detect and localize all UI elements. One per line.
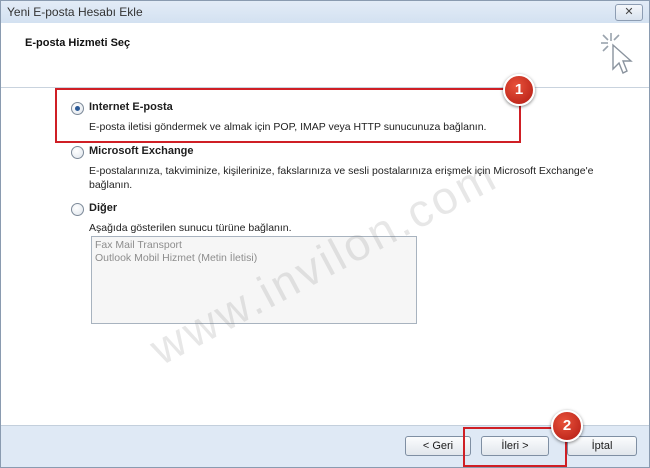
radio-other[interactable] <box>71 203 84 216</box>
wizard-body: Internet E-posta E-posta iletisi gönderm… <box>1 88 649 425</box>
option-desc-microsoft-exchange: E-postalarınıza, takviminize, kişilerini… <box>89 165 594 191</box>
list-item[interactable]: Outlook Mobil Hizmet (Metin İletisi) <box>95 252 413 265</box>
wizard-header: E-posta Hizmeti Seç <box>1 23 649 88</box>
server-type-list[interactable]: Fax Mail Transport Outlook Mobil Hizmet … <box>91 236 417 324</box>
highlight-box-next <box>463 427 567 467</box>
radio-microsoft-exchange[interactable] <box>71 146 84 159</box>
page-title: E-posta Hizmeti Seç <box>25 37 131 49</box>
title-bar: Yeni E-posta Hesabı Ekle ✕ <box>1 1 649 23</box>
list-item[interactable]: Fax Mail Transport <box>95 239 413 252</box>
window-title: Yeni E-posta Hesabı Ekle <box>7 5 143 19</box>
dialog-window: Yeni E-posta Hesabı Ekle ✕ E-posta Hizme… <box>0 0 650 468</box>
option-desc-other: Aşağıda gösterilen sunucu türüne bağlanı… <box>89 222 292 234</box>
option-label-other: Diğer <box>89 202 118 214</box>
option-label-microsoft-exchange: Microsoft Exchange <box>89 145 194 157</box>
close-button[interactable]: ✕ <box>615 4 643 21</box>
step-badge-1: 1 <box>503 74 535 106</box>
highlight-box-internet-email <box>55 88 521 143</box>
cursor-sparkle-icon <box>601 33 633 74</box>
cancel-button[interactable]: İptal <box>567 436 637 456</box>
step-badge-2: 2 <box>551 410 583 442</box>
back-button[interactable]: < Geri <box>405 436 471 456</box>
close-icon: ✕ <box>624 6 634 18</box>
